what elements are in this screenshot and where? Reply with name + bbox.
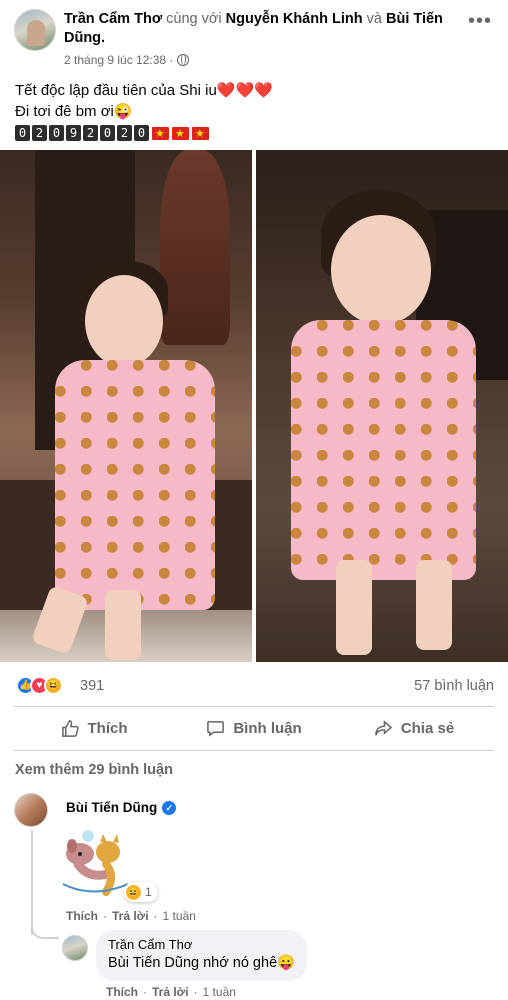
sticker-reaction-count: 1 <box>145 885 152 899</box>
verified-badge-icon: ✓ <box>162 800 177 815</box>
baby-body <box>291 320 476 580</box>
reply-reply-button[interactable]: Trả lời <box>152 985 189 999</box>
share-icon <box>374 719 393 735</box>
comment-author-name[interactable]: Bùi Tiến Dũng <box>66 800 157 815</box>
comment-author[interactable]: Bùi Tiến Dũng ✓ <box>66 800 177 815</box>
vietnam-flag-icon <box>152 124 169 145</box>
globe-icon <box>177 54 190 66</box>
caption-line-1: Tết độc lập đầu tiên của Shi iu❤️❤️❤️ <box>15 80 495 101</box>
baby-body <box>55 360 215 610</box>
baby-head <box>331 215 431 325</box>
reply-text: Bùi Tiến Dũng nhớ nó ghê😛 <box>108 955 296 971</box>
separator: · <box>153 909 158 923</box>
heart-emojis: ❤️❤️❤️ <box>216 82 273 99</box>
share-button[interactable]: Chia sẻ <box>334 710 494 746</box>
post-meta: 2 tháng 9 lúc 12:38 · <box>64 53 190 67</box>
thread-curve <box>31 915 59 939</box>
comment-count[interactable]: 57 bình luận <box>414 678 494 694</box>
reply-time[interactable]: 1 tuần <box>203 985 236 999</box>
digit-box: 0 <box>15 125 30 141</box>
baby-leg <box>105 590 141 660</box>
baby-leg <box>336 560 372 655</box>
comment-icon <box>207 720 225 737</box>
divider <box>14 750 494 751</box>
divider <box>14 706 494 707</box>
caption-line-2: Đi tơi đê bm ơi😜 <box>15 103 133 120</box>
separator: · <box>103 909 107 923</box>
digit-box: 9 <box>66 125 81 141</box>
reactions-bar: 👍 ♥ 😆 391 57 bình luận <box>0 672 508 700</box>
digit-box: 0 <box>100 125 115 141</box>
baby-head <box>85 275 163 367</box>
comment-actions: Thích · Trả lời · 1 tuần <box>66 909 196 923</box>
post-caption: Tết độc lập đầu tiên của Shi iu❤️❤️❤️ Đi… <box>15 80 495 145</box>
post-header: Trần Cẩm Thơ cùng với Nguyễn Khánh Linh … <box>0 0 508 72</box>
baby-leg <box>416 560 452 650</box>
sticker-reaction-chip[interactable]: 😆 1 <box>124 882 158 902</box>
reply-bubble: Trần Cẩm Thơ Bùi Tiến Dũng nhớ nó ghê😛 <box>96 930 308 981</box>
separator: · <box>193 985 198 999</box>
haha-reaction-icon: 😆 <box>126 884 141 900</box>
comment-time[interactable]: 1 tuần <box>163 909 196 923</box>
reply-avatar[interactable] <box>62 935 88 961</box>
post-actions: Thích Bình luận Chia sẻ <box>14 710 494 746</box>
comment-like-button[interactable]: Thích <box>66 909 98 923</box>
caption-text-1: Tết độc lập đầu tiên của Shi iu <box>15 82 217 99</box>
view-more-comments-link[interactable]: Xem thêm 29 bình luận <box>15 762 173 778</box>
comment-button[interactable]: Bình luận <box>174 710 334 746</box>
like-button[interactable]: Thích <box>14 710 174 746</box>
share-label: Chia sẻ <box>400 719 455 737</box>
post-timestamp[interactable]: 2 tháng 9 lúc 12:38 · <box>64 53 173 67</box>
haha-reaction-icon: 😆 <box>44 676 63 695</box>
reply-actions: Thích · Trả lời · 1 tuần <box>106 985 236 999</box>
commenter-avatar[interactable] <box>14 793 48 827</box>
post-photos <box>0 150 508 662</box>
digit-box: 2 <box>83 125 98 141</box>
reaction-count[interactable]: 391 <box>80 678 104 694</box>
and-word: và <box>366 11 382 27</box>
reply-like-button[interactable]: Thích <box>106 985 138 999</box>
vietnam-flag-icon <box>172 124 189 145</box>
date-digits: 0 2 0 9 2 0 2 0 <box>15 124 495 145</box>
statue-shape <box>160 150 230 345</box>
vietnam-flag-icon <box>192 124 209 145</box>
with-word: cùng với <box>166 11 222 27</box>
tagged-user-1[interactable]: Nguyễn Khánh Linh <box>226 11 363 27</box>
reaction-icons[interactable]: 👍 ♥ 😆 <box>16 676 63 695</box>
photo-left[interactable] <box>0 150 252 662</box>
photo-right[interactable] <box>256 150 508 662</box>
more-icon[interactable]: ••• <box>468 11 492 31</box>
comment-reply-button[interactable]: Trả lời <box>112 909 149 923</box>
author-name[interactable]: Trần Cẩm Thơ <box>64 11 162 27</box>
separator: · <box>143 985 147 999</box>
author-avatar[interactable] <box>14 9 56 51</box>
digit-box: 2 <box>32 125 47 141</box>
like-label: Thích <box>87 719 128 737</box>
post-author-line: Trần Cẩm Thơ cùng với Nguyễn Khánh Linh … <box>64 10 464 48</box>
digit-box: 2 <box>117 125 132 141</box>
digit-box: 0 <box>49 125 64 141</box>
reply-author-name[interactable]: Trần Cẩm Thơ <box>108 937 295 953</box>
digit-box: 0 <box>134 125 149 141</box>
comment-label: Bình luận <box>233 719 302 737</box>
thumbs-up-icon <box>61 719 79 737</box>
